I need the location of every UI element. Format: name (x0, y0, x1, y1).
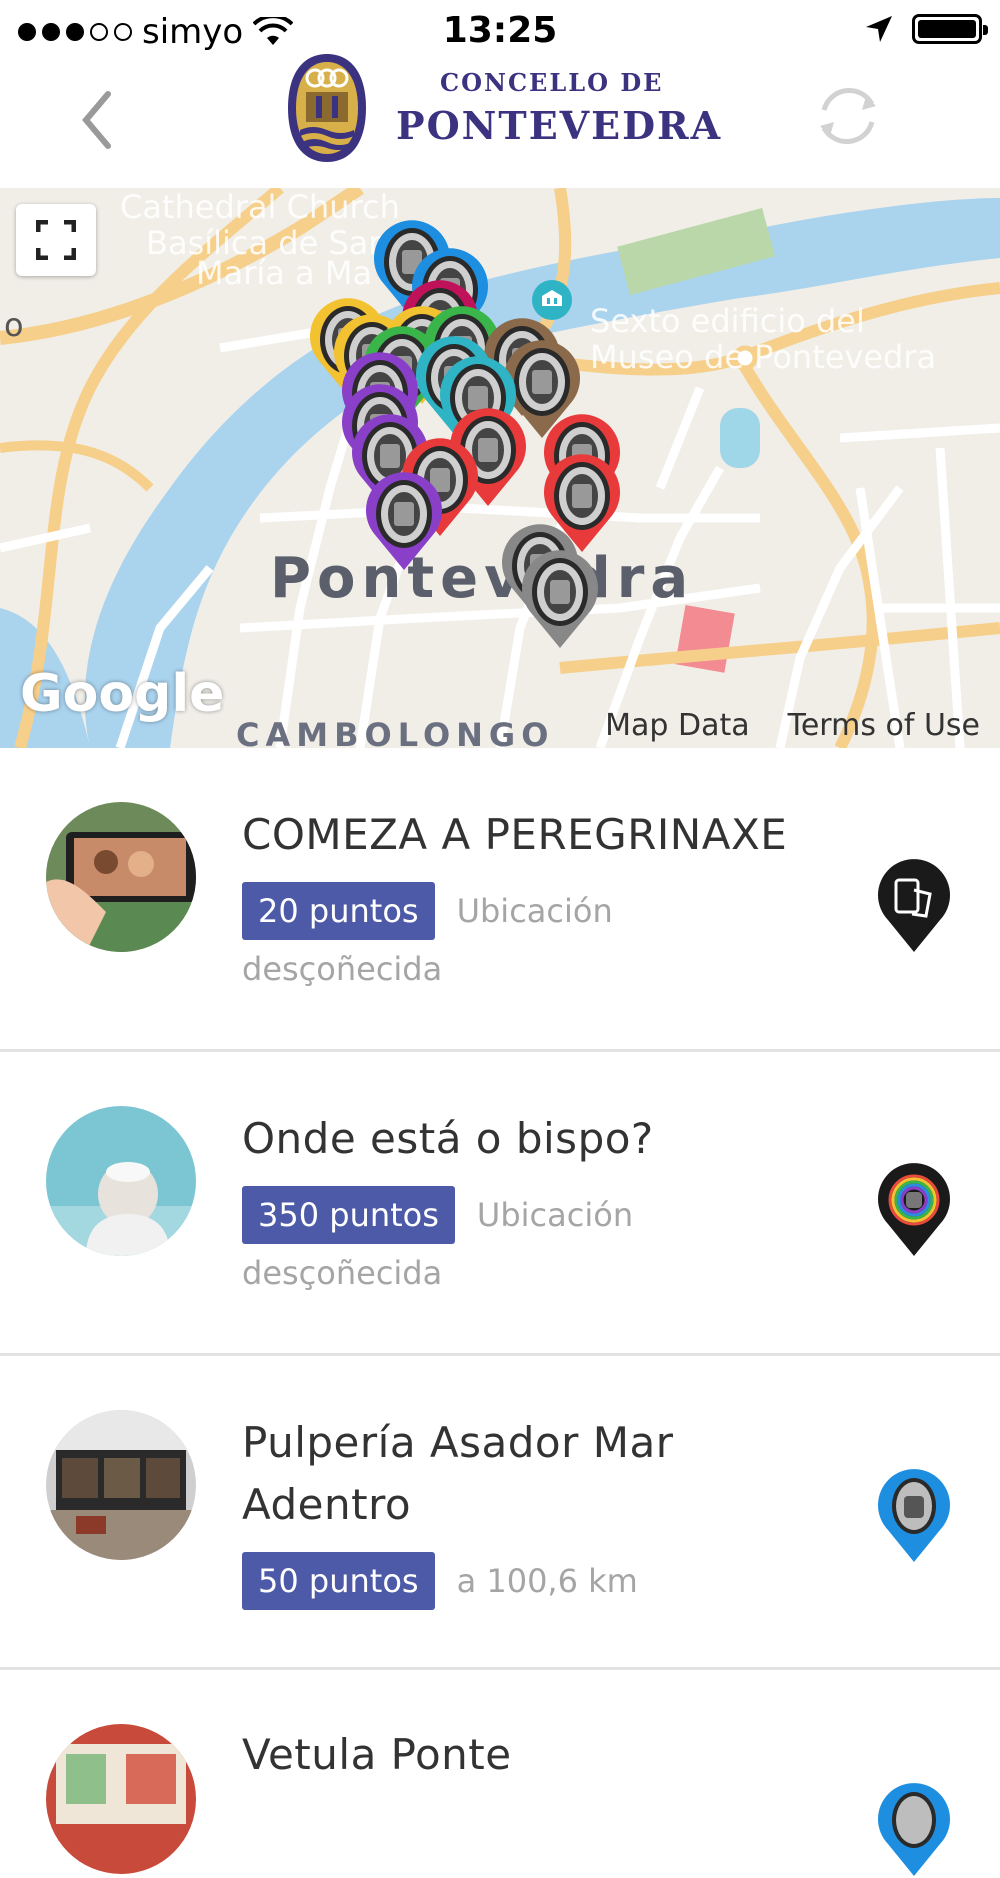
fullscreen-icon (36, 220, 76, 260)
item-title: Pulpería Asador Mar Adentro (242, 1418, 674, 1529)
pontevedra-crest-icon (288, 54, 366, 162)
blue-pin-icon (878, 1783, 950, 1876)
points-badge: 350 puntos (242, 1186, 455, 1244)
clock: 13:25 (442, 10, 558, 51)
blue-pin-icon (878, 1469, 950, 1562)
logo-line-1: CONCELLO DE (440, 68, 664, 97)
item-thumbnail (46, 1724, 196, 1874)
map-data-link[interactable]: Map Data (605, 708, 749, 743)
museum-icon[interactable] (530, 278, 574, 322)
map-label-left: o (4, 306, 24, 344)
item-title: COMEZA A PEREGRINAXE (242, 810, 788, 859)
list-item[interactable]: Pulpería Asador Mar Adentro 50 puntos a 1… (0, 1356, 1000, 1670)
item-thumbnail (46, 1410, 196, 1560)
logo-line-2: PONTEVEDRA (396, 103, 723, 148)
list-item[interactable]: COMEZA A PEREGRINAXE 20 puntos Ubicación … (0, 748, 1000, 1052)
item-thumbnail (46, 1106, 196, 1256)
map-label-district: CAMBOLONGO (236, 716, 555, 748)
battery-icon (912, 14, 988, 44)
points-badge: 20 puntos (242, 882, 435, 940)
map-view[interactable]: Cathedral Church Basílica de San María a… (0, 188, 1000, 748)
item-thumbnail (46, 802, 196, 952)
concello-logo: CONCELLO DE PONTEVEDRA (286, 52, 722, 164)
map-label-church: Cathedral Church (120, 188, 400, 226)
item-title: Vetula Ponte (242, 1730, 512, 1779)
dark-phone-pin-icon (878, 859, 950, 952)
map-marker-icon[interactable] (362, 472, 446, 572)
item-distance: a 100,6 km (456, 1562, 638, 1600)
map-label-basilica-2: María a Ma (196, 254, 373, 292)
location-arrow-icon (866, 16, 892, 42)
back-chevron-icon[interactable] (70, 80, 130, 160)
challenge-list: COMEZA A PEREGRINAXE 20 puntos Ubicación … (0, 748, 1000, 1876)
fullscreen-button[interactable] (16, 204, 96, 276)
map-label-city: Pontevedra (270, 546, 695, 611)
google-logo: Google (20, 664, 225, 724)
item-title: Onde está o bispo? (242, 1114, 654, 1163)
map-label-museum-1: Sexto edificio del (590, 302, 865, 340)
app-header: CONCELLO DE PONTEVEDRA (0, 52, 1000, 188)
refresh-icon[interactable] (806, 74, 890, 158)
map-marker-icon[interactable] (518, 550, 602, 650)
map-label-museum-2: Museo de Pontevedra (590, 338, 937, 376)
rainbow-pin-icon (878, 1163, 950, 1256)
terms-of-use-link[interactable]: Terms of Use (788, 708, 980, 743)
list-item[interactable]: Onde está o bispo? 350 puntos Ubicación d… (0, 1052, 1000, 1356)
list-item[interactable]: Vetula Ponte (0, 1670, 1000, 1876)
points-badge: 50 puntos (242, 1552, 435, 1610)
